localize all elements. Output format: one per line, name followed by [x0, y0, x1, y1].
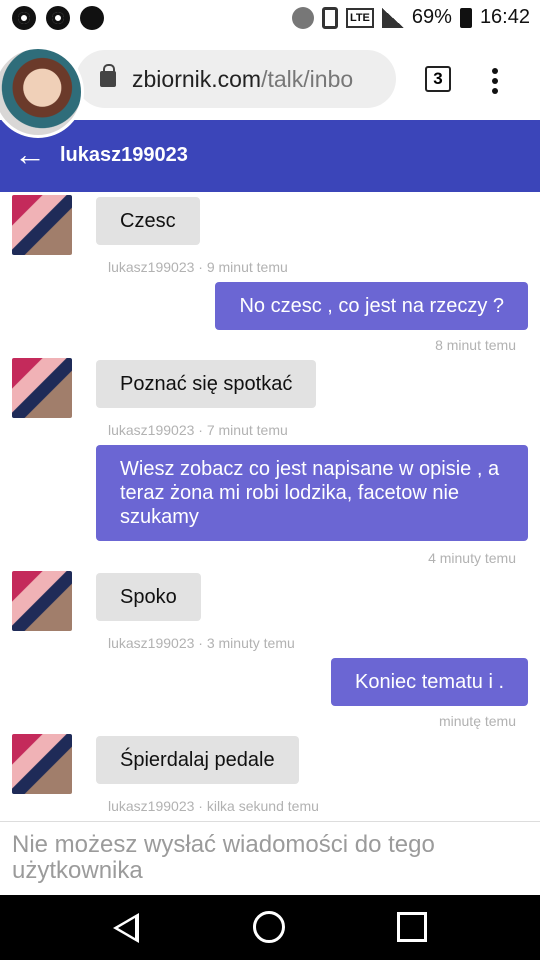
incoming-message: Spoko [96, 573, 201, 621]
more-vert-icon[interactable] [492, 68, 500, 96]
sender-avatar [12, 734, 72, 794]
chrome-icon [46, 6, 70, 30]
nav-home-icon[interactable] [253, 911, 285, 943]
message-meta: lukasz199023 · 7 minut temu [108, 422, 288, 438]
message-meta: minutę temu [438, 713, 516, 729]
message-list[interactable]: Czesc lukasz199023 · 9 minut temu No cze… [0, 192, 540, 821]
incoming-message: Poznać się spotkać [96, 360, 317, 408]
sender-avatar [12, 571, 72, 631]
address-bar[interactable]: zbiornik.com/talk/inbo [76, 50, 396, 108]
url-text[interactable]: zbiornik.com/talk/inbo [132, 66, 353, 93]
outgoing-message: Wiesz zobacz co jest napisane w opisie ,… [96, 445, 528, 541]
url-path: /talk/inbo [261, 65, 354, 92]
nav-recent-apps-icon[interactable] [397, 912, 427, 942]
message-meta: lukasz199023 · 9 minut temu [108, 259, 288, 275]
message-meta: 4 minuty temu [428, 550, 516, 566]
lte-badge: LTE [345, 7, 374, 28]
message-meta: 8 minut temu [435, 337, 516, 353]
lock-icon [100, 64, 116, 87]
outgoing-message: Koniec tematu i . [331, 658, 528, 706]
message-meta: lukasz199023 · kilka sekund temu [108, 798, 319, 814]
battery-icon [459, 7, 472, 28]
bluetooth-icon [291, 6, 314, 29]
message-meta: lukasz199023 · 3 minuty temu [108, 635, 295, 651]
sender-avatar [12, 358, 72, 418]
incoming-message: Śpierdalaj pedale [96, 736, 299, 784]
notification-dot-icon [80, 6, 104, 30]
cannot-send-message-notice: Nie możesz wysłać wiadomości do tego uży… [12, 831, 435, 884]
tabs-button[interactable]: 3 [425, 66, 451, 92]
url-domain: zbiornik.com [132, 65, 262, 92]
vibrate-icon [321, 6, 338, 29]
status-notification-icons [12, 6, 104, 30]
battery-percent: 69% [411, 6, 452, 28]
chat-title: lukasz199023 [60, 144, 188, 166]
clock-time: 16:42 [479, 6, 530, 28]
outgoing-message: No czesc , co jest na rzeczy ? [215, 282, 528, 330]
chat-header: ← lukasz199023 [0, 120, 540, 192]
status-system-icons: LTE 69% 16:42 [291, 6, 530, 29]
android-navigation-bar [0, 895, 540, 960]
chrome-icon [12, 6, 36, 30]
sender-avatar [12, 195, 72, 255]
incoming-message: Czesc [96, 197, 200, 245]
disabled-message-composer: Nie możesz wysłać wiadomości do tego uży… [0, 821, 540, 895]
signal-icon [381, 7, 404, 28]
status-bar: LTE 69% 16:42 [0, 0, 540, 38]
back-arrow-icon[interactable]: ← [14, 138, 46, 170]
nav-back-icon[interactable] [113, 913, 139, 943]
